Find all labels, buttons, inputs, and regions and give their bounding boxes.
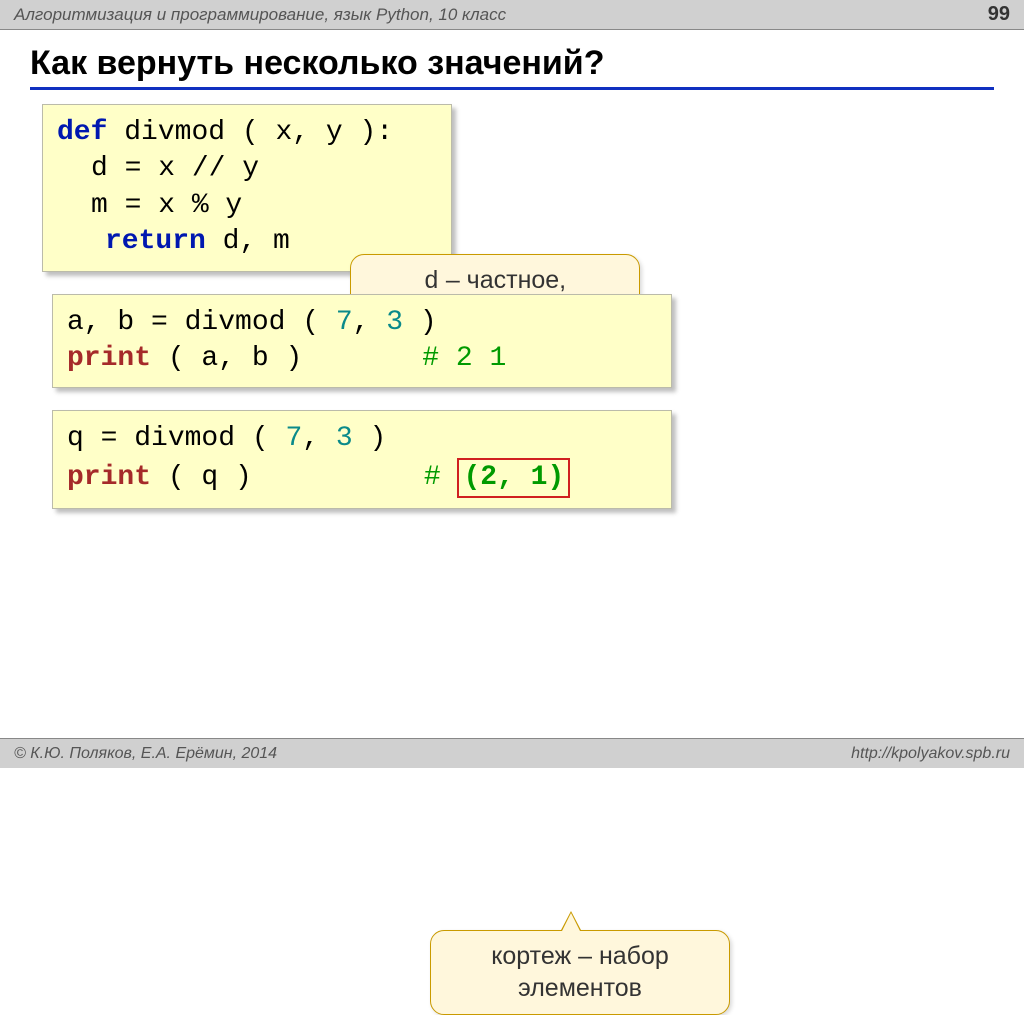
footer-bar: © К.Ю. Поляков, Е.А. Ерёмин, 2014 http:/… — [0, 738, 1024, 768]
return-args: d, m — [223, 226, 290, 257]
slide-content: Как вернуть несколько значений? def divm… — [0, 30, 1024, 509]
print-fn: print — [67, 343, 151, 374]
function-args: ( x, y ): — [242, 117, 393, 148]
header-bar: Алгоритмизация и программирование, язык … — [0, 0, 1024, 30]
code-block-call-unpack: a, b = divmod ( 7, 3 ) print ( a, b )# 2… — [52, 294, 672, 389]
comment-hash: # — [424, 462, 441, 493]
slide-title: Как вернуть несколько значений? — [30, 44, 994, 90]
tuple-result: (2, 1) — [457, 458, 570, 498]
page-number: 99 — [988, 3, 1010, 26]
keyword-def: def — [57, 117, 107, 148]
function-name: divmod — [124, 117, 225, 148]
callout-tuple: кортеж – набор элементов — [430, 930, 730, 1015]
code-line: m = x % y — [57, 188, 437, 224]
footer-copyright: © К.Ю. Поляков, Е.А. Ерёмин, 2014 — [14, 745, 277, 763]
print-fn: print — [67, 462, 151, 493]
comment: # 2 1 — [422, 343, 506, 374]
code-block-call-tuple: q = divmod ( 7, 3 ) print ( q )# (2, 1) — [52, 410, 672, 509]
header-subject: Алгоритмизация и программирование, язык … — [14, 5, 506, 25]
keyword-return: return — [105, 226, 206, 257]
code-line: d = x // y — [57, 151, 437, 187]
callout-var-d: d — [424, 267, 439, 296]
footer-url: http://kpolyakov.spb.ru — [851, 745, 1010, 763]
code-block-definition: def divmod ( x, y ): d = x // y m = x % … — [42, 104, 452, 272]
